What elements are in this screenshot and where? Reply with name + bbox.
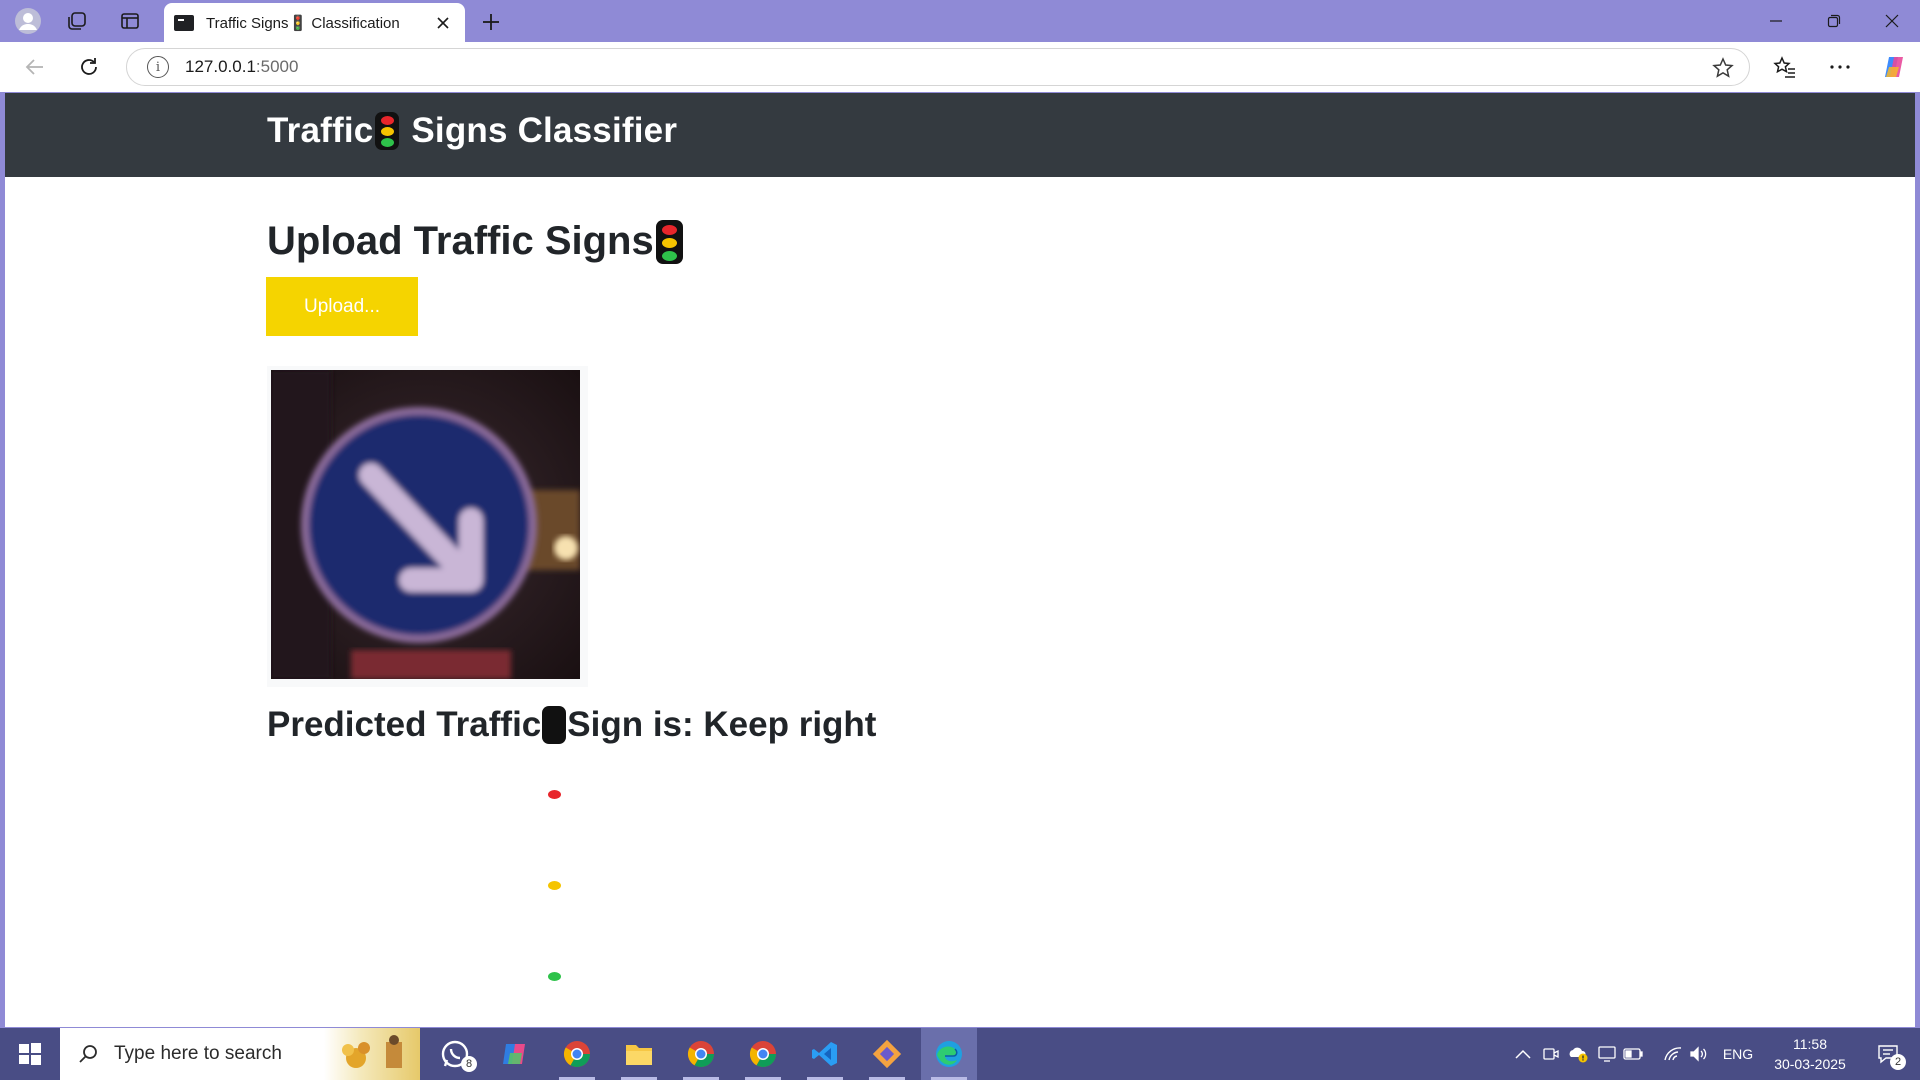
clock-time: 11:58: [1793, 1036, 1827, 1052]
search-placeholder: Type here to search: [114, 1043, 282, 1064]
language-text: ENG: [1722, 1046, 1754, 1062]
wifi-icon[interactable]: [1660, 1028, 1686, 1080]
close-window-icon[interactable]: [1864, 0, 1920, 42]
clock-date: 30-03-2025: [1774, 1056, 1846, 1072]
whatsapp-badge: 8: [461, 1056, 477, 1072]
meet-now-icon[interactable]: [1538, 1028, 1564, 1080]
windows-start-icon[interactable]: [0, 1028, 60, 1080]
prediction-result: Predicted Traffic Sign is: Keep right: [267, 705, 877, 981]
brand-text-before: Traffic: [267, 111, 374, 150]
brand-text-after: Signs Classifier: [401, 111, 678, 150]
onedrive-warning-icon[interactable]: [1564, 1028, 1592, 1080]
show-hidden-icons-icon[interactable]: [1508, 1028, 1538, 1080]
search-highlight-art: [324, 1028, 420, 1080]
file-explorer-icon[interactable]: [611, 1028, 667, 1080]
terminal-favicon-icon: [174, 14, 194, 31]
edge-icon[interactable]: [921, 1028, 977, 1080]
tab-title: Traffic Signs🚦 Classification: [206, 14, 400, 32]
uploaded-image-preview: [267, 366, 588, 687]
traffic-light-icon: [655, 219, 683, 264]
page-viewport: Traffic Signs Classifier Upload Traffic …: [5, 93, 1915, 1027]
prediction-text-after: Sign is: Keep right: [567, 705, 877, 744]
chrome-h2-icon[interactable]: [735, 1028, 791, 1080]
url-host: 127.0.0.1: [185, 57, 256, 76]
minimize-icon[interactable]: [1748, 0, 1804, 42]
heading-text: Upload Traffic Signs: [267, 219, 654, 263]
back-icon[interactable]: [20, 52, 50, 82]
more-options-icon[interactable]: [1825, 52, 1855, 82]
tab-close-icon[interactable]: [431, 11, 455, 35]
volume-icon[interactable]: [1686, 1028, 1712, 1080]
copilot-icon[interactable]: [1879, 52, 1909, 82]
vertical-tabs-icon[interactable]: [116, 7, 144, 35]
page-heading: Upload Traffic Signs: [267, 219, 683, 264]
traffic-light-icon: [375, 112, 400, 150]
system-clock[interactable]: 11:58 30-03-2025: [1762, 1034, 1858, 1074]
address-bar[interactable]: i 127.0.0.1:5000: [126, 48, 1750, 86]
chrome-profile-icon[interactable]: [549, 1028, 605, 1080]
browser-toolbar: i 127.0.0.1:5000: [0, 42, 1920, 92]
windows-taskbar: Type here to search 8 ENG 11:58 30-03-20…: [0, 1028, 1920, 1080]
m365-icon[interactable]: [487, 1028, 543, 1080]
new-tab-icon[interactable]: [476, 7, 506, 37]
keep-right-sign-image: [271, 370, 580, 679]
profile-icon[interactable]: [14, 7, 42, 35]
upload-button[interactable]: Upload...: [266, 277, 418, 336]
refresh-icon[interactable]: [74, 52, 104, 82]
notification-count: 2: [1890, 1054, 1906, 1070]
restore-icon[interactable]: [1806, 0, 1862, 42]
tab-active[interactable]: Traffic Signs🚦 Classification: [164, 3, 465, 42]
search-icon: [76, 1042, 100, 1066]
favorite-star-icon[interactable]: [1711, 56, 1735, 80]
battery-icon[interactable]: [1620, 1028, 1646, 1080]
input-language[interactable]: ENG: [1718, 1028, 1758, 1080]
display-icon[interactable]: [1594, 1028, 1620, 1080]
site-info-icon[interactable]: i: [147, 56, 169, 78]
taskbar-search[interactable]: Type here to search: [60, 1028, 420, 1080]
url-port: :5000: [255, 57, 299, 76]
notifications-icon[interactable]: 2: [1866, 1028, 1910, 1080]
favorites-icon[interactable]: [1770, 52, 1800, 82]
whatsapp-icon[interactable]: 8: [427, 1028, 483, 1080]
traffic-light-icon: [542, 706, 567, 981]
workspaces-icon[interactable]: [63, 7, 91, 35]
chrome-h-icon[interactable]: [673, 1028, 729, 1080]
brand-title[interactable]: Traffic Signs Classifier: [267, 111, 677, 151]
git-icon[interactable]: [859, 1028, 915, 1080]
vscode-icon[interactable]: [797, 1028, 853, 1080]
prediction-text-before: Predicted Traffic: [267, 705, 542, 744]
browser-title-bar: Traffic Signs🚦 Classification: [0, 0, 1920, 42]
